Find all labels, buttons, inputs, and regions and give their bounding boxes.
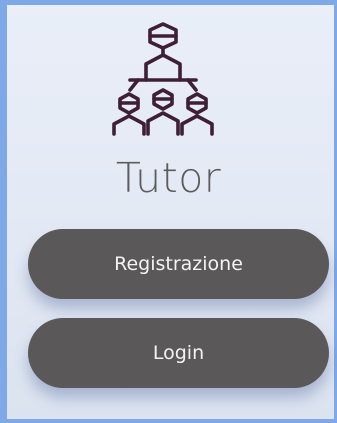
login-button[interactable]: Login: [28, 318, 329, 388]
register-button-label: Registrazione: [114, 253, 243, 275]
app-title: Tutor: [115, 154, 222, 202]
tutor-group-icon: [112, 22, 214, 136]
register-button[interactable]: Registrazione: [28, 229, 329, 299]
login-button-label: Login: [152, 342, 205, 364]
